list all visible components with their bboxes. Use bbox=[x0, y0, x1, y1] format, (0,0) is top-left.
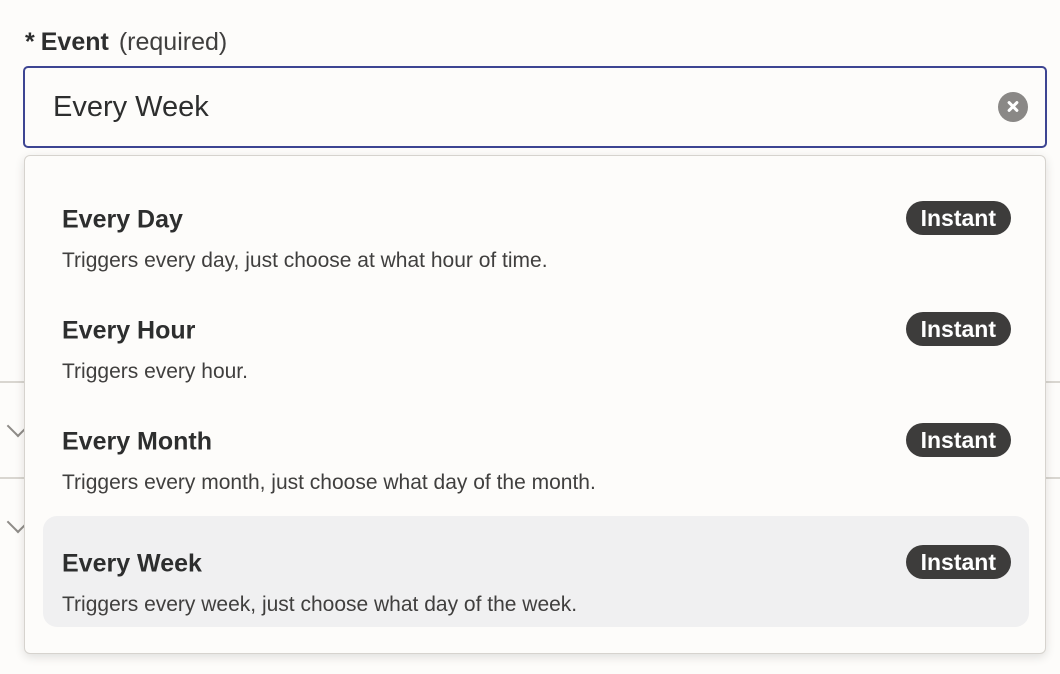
required-marker: * bbox=[25, 28, 35, 56]
clear-circle-x-icon[interactable] bbox=[998, 92, 1028, 122]
option-every-hour[interactable]: Every Hour Triggers every hour. Instant bbox=[43, 283, 1029, 394]
field-label-text: Event bbox=[40, 28, 109, 56]
event-search-box[interactable] bbox=[23, 66, 1047, 148]
option-title: Every Day bbox=[62, 205, 183, 234]
event-field-label: * Event (required) bbox=[25, 26, 227, 58]
option-description: Triggers every week, just choose what da… bbox=[62, 593, 578, 616]
option-description: Triggers every hour. bbox=[62, 360, 248, 383]
event-search-input[interactable] bbox=[53, 68, 973, 146]
instant-badge: Instant bbox=[905, 423, 1011, 457]
option-description: Triggers every month, just choose what d… bbox=[62, 471, 596, 494]
event-options-dropdown: Every Day Triggers every day, just choos… bbox=[24, 155, 1046, 654]
option-every-month[interactable]: Every Month Triggers every month, just c… bbox=[43, 394, 1029, 505]
instant-badge: Instant bbox=[905, 312, 1011, 346]
required-hint: (required) bbox=[118, 28, 228, 56]
option-every-week[interactable]: Every Week Triggers every week, just cho… bbox=[43, 516, 1029, 627]
option-title: Every Week bbox=[62, 549, 202, 578]
option-description: Triggers every day, just choose at what … bbox=[62, 249, 548, 272]
option-every-day[interactable]: Every Day Triggers every day, just choos… bbox=[43, 172, 1029, 283]
option-title: Every Hour bbox=[62, 316, 196, 345]
instant-badge: Instant bbox=[905, 201, 1011, 235]
instant-badge: Instant bbox=[905, 545, 1011, 579]
option-title: Every Month bbox=[62, 427, 213, 456]
